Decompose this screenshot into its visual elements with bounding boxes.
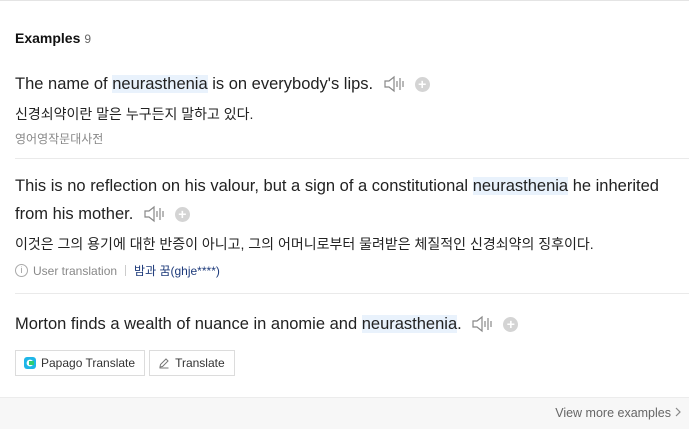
view-more-examples-link[interactable]: View more examples — [555, 406, 681, 420]
sentence-text: is on everybody's lips. — [207, 75, 374, 93]
divider — [15, 158, 689, 159]
example-item-2: This is no reflection on his valour, but… — [15, 172, 679, 279]
view-more-label: View more examples — [555, 406, 671, 420]
keyword-highlight[interactable]: neurasthenia — [472, 177, 569, 195]
example-translation: 신경쇠약이란 말은 누구든지 말하고 있다. — [15, 106, 254, 122]
separator — [125, 265, 127, 276]
example-translation: 이것은 그의 용기에 대한 반증이 아니고, 그의 어머니로부터 물려받은 체질… — [15, 236, 594, 252]
footer-bar: View more examples — [0, 397, 689, 429]
plus-icon[interactable]: + — [503, 317, 519, 332]
keyword-highlight[interactable]: neurasthenia — [361, 315, 458, 333]
speaker-icon[interactable] — [143, 204, 167, 232]
speaker-icon[interactable] — [471, 314, 495, 342]
translate-button[interactable]: Translate — [149, 350, 235, 376]
papago-logo-icon — [24, 357, 36, 369]
example-sentence: The name of neurasthenia is on everybody… — [15, 70, 679, 102]
example-count: 9 — [84, 32, 92, 46]
sentence-text: The name of — [15, 75, 113, 93]
speaker-icon[interactable] — [383, 74, 407, 102]
keyword-highlight[interactable]: neurasthenia — [112, 75, 208, 93]
divider — [15, 293, 689, 294]
section-title: Examples — [15, 30, 81, 46]
translate-buttons: Papago Translate Translate — [15, 350, 679, 376]
translator-user-link[interactable]: 밤과 꿈(ghje****) — [134, 262, 220, 279]
papago-translate-label: Papago Translate — [41, 356, 136, 370]
example-sentence: Morton finds a wealth of nuance in anomi… — [15, 310, 679, 342]
chevron-right-icon — [675, 406, 681, 420]
sentence-text: This is no reflection on his valour, but… — [15, 177, 473, 195]
translation-meta: i User translation 밤과 꿈(ghje****) — [15, 262, 679, 279]
papago-translate-button[interactable]: Papago Translate — [15, 350, 146, 376]
pencil-icon — [158, 357, 170, 369]
examples-header: Examples 9 — [15, 30, 91, 46]
plus-icon[interactable]: + — [414, 77, 430, 92]
translate-label: Translate — [175, 356, 225, 370]
example-item-1: The name of neurasthenia is on everybody… — [15, 70, 679, 147]
sentence-text: . — [457, 315, 462, 333]
sentence-text: Morton finds a wealth of nuance in anomi… — [15, 315, 362, 333]
user-translation-label: User translation — [33, 263, 118, 278]
example-sentence: This is no reflection on his valour, but… — [15, 172, 679, 232]
top-border — [0, 0, 689, 1]
info-icon: i — [15, 264, 28, 277]
example-source[interactable]: 영어영작문대사전 — [15, 130, 679, 147]
plus-icon[interactable]: + — [174, 207, 190, 222]
example-item-3: Morton finds a wealth of nuance in anomi… — [15, 310, 679, 376]
